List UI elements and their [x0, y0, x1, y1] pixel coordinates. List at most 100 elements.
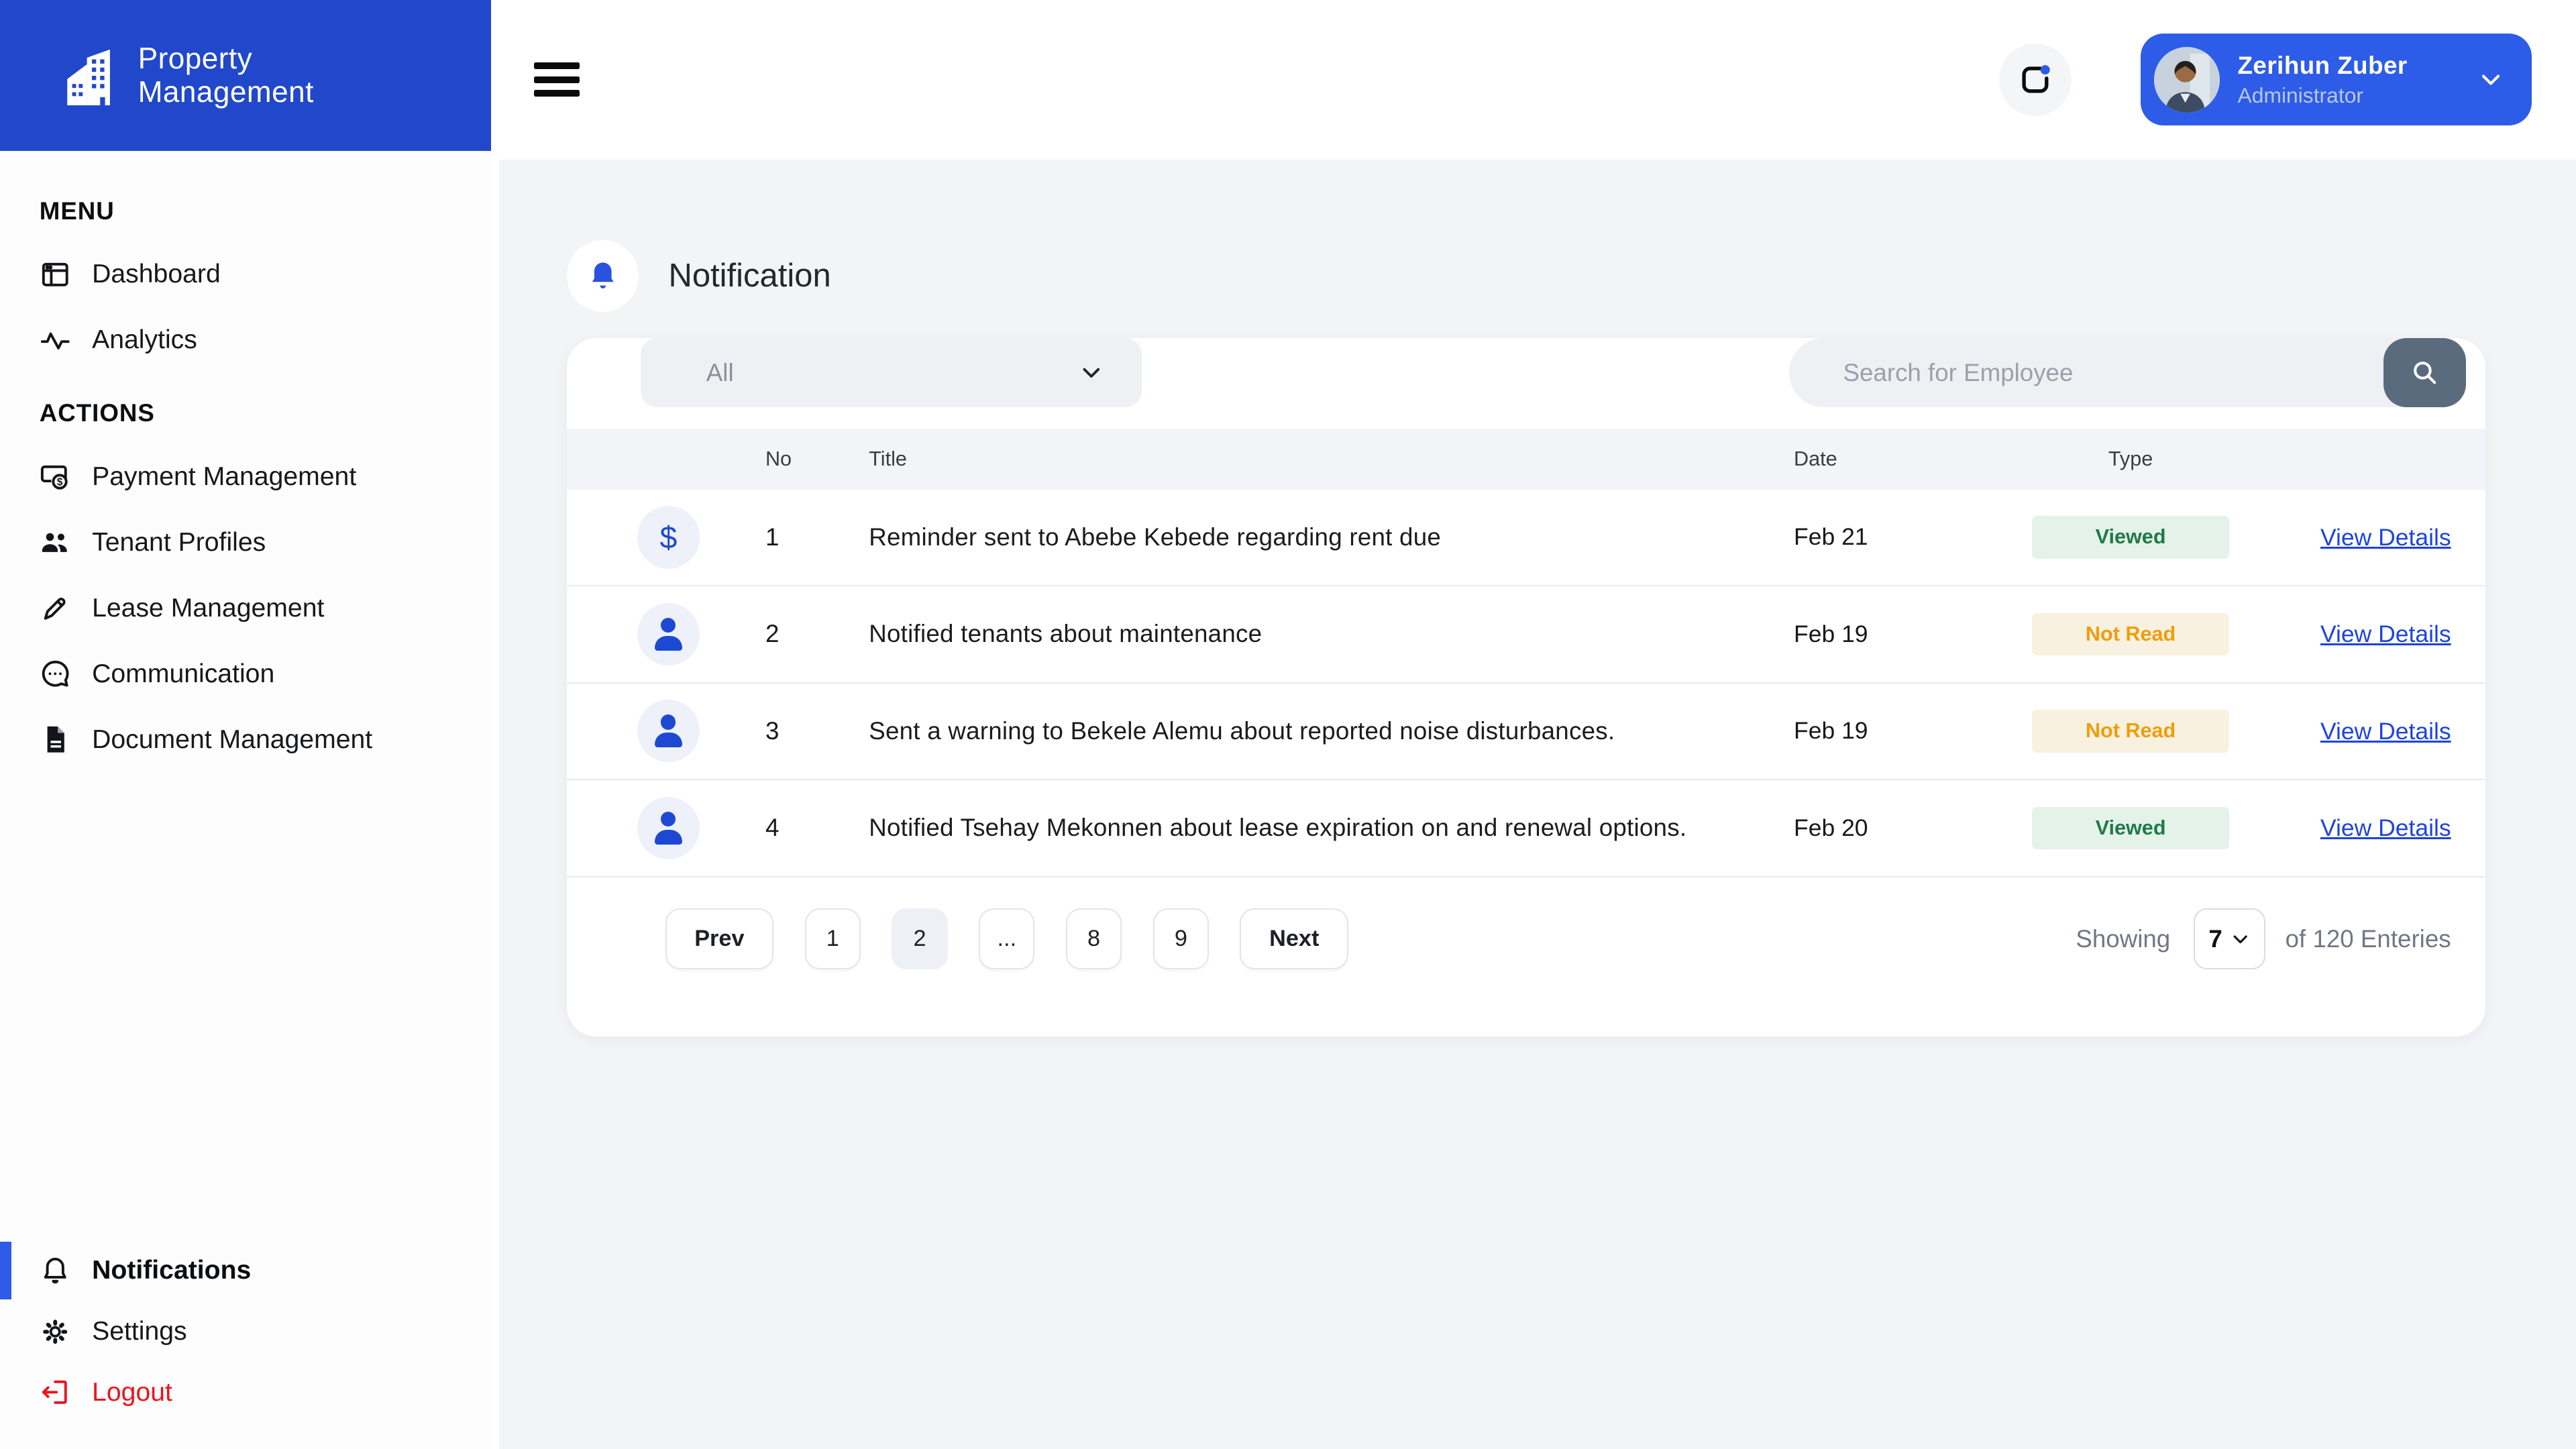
payment-icon: $ [40, 462, 71, 493]
page-title: Notification [668, 257, 830, 294]
gear-icon [40, 1316, 71, 1348]
view-details-link[interactable]: View Details [2320, 814, 2451, 841]
showing-label: Showing [2076, 925, 2170, 953]
showing-summary: Showing 7 of 120 Enteries [2076, 908, 2451, 969]
status-badge: Not Read [2032, 613, 2229, 656]
chevron-down-icon [2231, 929, 2250, 949]
notification-date: Feb 21 [1761, 523, 2007, 551]
type-filter-value: All [706, 359, 734, 387]
status-badge: Viewed [2032, 807, 2229, 850]
sidebar-item-label: Document Management [92, 725, 372, 755]
sidebar-item-analytics[interactable]: Analytics [40, 307, 491, 373]
notification-title: Sent a warning to Bekele Alemu about rep… [869, 717, 1761, 745]
person-icon [637, 603, 700, 665]
chevron-down-icon [1077, 359, 1106, 387]
topbar-right: Zerihun Zuber Administrator [1999, 34, 2531, 125]
dashboard-icon [40, 259, 71, 290]
sidebar-item-dashboard[interactable]: Dashboard [40, 241, 491, 307]
brand-name: Property Management [138, 42, 314, 109]
sidebar-nav: MENU Dashboard Analytics ACT [0, 151, 491, 772]
sidebar-item-notifications[interactable]: Notifications [0, 1240, 491, 1301]
sidebar-item-lease-management[interactable]: Lease Management [40, 576, 491, 641]
user-name: Zerihun Zuber [2238, 52, 2408, 80]
search-button[interactable] [2383, 338, 2465, 407]
bell-icon [586, 259, 620, 293]
person-icon [637, 797, 700, 859]
sidebar-item-payment-management[interactable]: $ Payment Management [40, 444, 491, 510]
dollar-icon [637, 506, 700, 568]
table-row: 2 Notified tenants about maintenance Feb… [567, 586, 2485, 683]
col-no: No [765, 447, 869, 471]
notification-title: Notified Tsehay Mekonnen about lease exp… [869, 814, 1761, 842]
notification-title: Reminder sent to Abebe Kebede regarding … [869, 523, 1761, 551]
col-date: Date [1761, 447, 2007, 471]
menu-section-label: MENU [40, 197, 491, 225]
view-details-link[interactable]: View Details [2320, 621, 2451, 647]
search-icon [2408, 356, 2441, 389]
notifications-card: All No Title [567, 338, 2485, 1036]
sync-icon [2017, 62, 2053, 98]
table-row: 4 Notified Tsehay Mekonnen about lease e… [567, 780, 2485, 877]
pagination: Prev 1 2 ... 8 9 Next Showing 7 of 120 E… [665, 908, 2451, 969]
notification-title: Notified tenants about maintenance [869, 620, 1761, 648]
bell-icon [40, 1255, 71, 1287]
type-filter-dropdown[interactable]: All [641, 338, 1142, 407]
entries-total-label: of 120 Enteries [2286, 925, 2451, 953]
row-number: 1 [765, 523, 869, 551]
topbar: Zerihun Zuber Administrator [491, 0, 2576, 160]
avatar [2154, 47, 2220, 113]
sidebar-item-label: Lease Management [92, 594, 324, 623]
view-details-link[interactable]: View Details [2320, 718, 2451, 745]
status-badge: Not Read [2032, 710, 2229, 753]
prev-page-button[interactable]: Prev [665, 908, 774, 969]
sidebar-item-tenant-profiles[interactable]: Tenant Profiles [40, 510, 491, 576]
sidebar-item-label: Payment Management [92, 462, 356, 492]
logout-icon [40, 1377, 71, 1408]
user-meta: Zerihun Zuber Administrator [2238, 52, 2408, 108]
sidebar-item-label: Tenant Profiles [92, 528, 266, 557]
sync-status-button[interactable] [1999, 44, 2072, 116]
svg-text:$: $ [56, 476, 62, 488]
page-button-8[interactable]: 8 [1066, 908, 1122, 969]
page-button-9[interactable]: 9 [1153, 908, 1209, 969]
table-row: 3 Sent a warning to Bekele Alemu about r… [567, 684, 2485, 780]
search-input[interactable] [1789, 338, 2384, 407]
col-type: Type [2007, 447, 2253, 471]
brand: Property Management [0, 0, 491, 151]
next-page-button[interactable]: Next [1240, 908, 1348, 969]
chevron-down-icon [2476, 65, 2506, 95]
page-button-2[interactable]: 2 [892, 908, 947, 969]
tenants-icon [40, 527, 71, 559]
sidebar-item-label: Communication [92, 659, 274, 689]
row-number: 2 [765, 620, 869, 648]
content: Notification All [491, 160, 2576, 1449]
user-role: Administrator [2238, 83, 2408, 108]
page-head: Notification [567, 240, 2576, 313]
view-details-link[interactable]: View Details [2320, 524, 2451, 551]
sidebar-item-label: Analytics [92, 325, 197, 355]
status-badge: Viewed [2032, 516, 2229, 559]
main-area: Zerihun Zuber Administrator Notif [491, 0, 2576, 1449]
per-page-select[interactable]: 7 [2194, 908, 2266, 969]
page-bell-badge [567, 240, 639, 313]
chat-icon [40, 658, 71, 690]
search-bar [1789, 338, 2466, 407]
hamburger-menu-icon[interactable] [534, 62, 580, 97]
actions-section-label: ACTIONS [40, 399, 491, 427]
notification-date: Feb 19 [1761, 621, 2007, 648]
sidebar-footer: Notifications Settings [0, 1240, 491, 1423]
row-number: 3 [765, 717, 869, 745]
sidebar-item-communication[interactable]: Communication [40, 641, 491, 707]
building-logo-icon [59, 43, 125, 109]
row-number: 4 [765, 814, 869, 842]
notification-date: Feb 20 [1761, 814, 2007, 842]
sidebar-item-document-management[interactable]: Document Management [40, 707, 491, 773]
page-button-1[interactable]: 1 [805, 908, 861, 969]
card-controls: All [641, 338, 2466, 407]
sidebar-item-logout[interactable]: Logout [0, 1362, 491, 1423]
app-root: Property Management MENU Dashboard [0, 0, 2576, 1449]
page-ellipsis-button[interactable]: ... [979, 908, 1034, 969]
user-menu[interactable]: Zerihun Zuber Administrator [2141, 34, 2532, 125]
notification-date: Feb 19 [1761, 717, 2007, 745]
sidebar-item-settings[interactable]: Settings [0, 1301, 491, 1362]
